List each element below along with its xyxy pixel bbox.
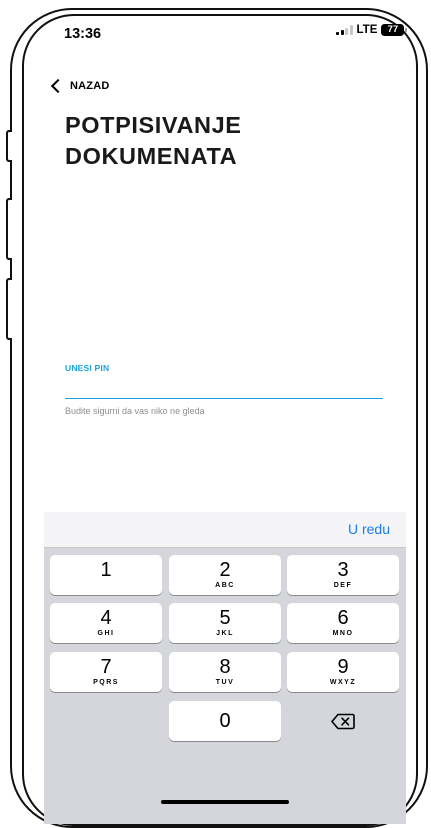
delete-key[interactable]	[287, 701, 399, 741]
status-time: 13:36	[64, 26, 102, 42]
key-4[interactable]: 4 GHI	[50, 603, 162, 643]
volume-up-button	[6, 198, 12, 260]
chevron-left-icon	[50, 78, 66, 94]
signal-icon	[336, 25, 353, 35]
key-9[interactable]: 9 WXYZ	[287, 652, 399, 692]
pin-label: UNESI PIN	[65, 363, 110, 373]
key-0[interactable]: 0	[169, 701, 281, 741]
key-6[interactable]: 6 MNO	[287, 603, 399, 643]
volume-down-button	[6, 278, 12, 340]
mute-switch	[6, 130, 12, 162]
back-label: NAZAD	[70, 80, 110, 92]
done-button[interactable]: U redu	[348, 521, 390, 537]
status-indicators: LTE 77	[336, 24, 408, 36]
pin-hint: Budite sigurni da vas niko ne gleda	[65, 406, 205, 416]
backspace-icon	[331, 713, 355, 729]
home-indicator[interactable]	[161, 800, 289, 804]
back-button[interactable]: NAZAD	[50, 78, 110, 94]
network-type: LTE	[356, 24, 378, 36]
key-8[interactable]: 8 TUV	[169, 652, 281, 692]
key-5[interactable]: 5 JKL	[169, 603, 281, 643]
key-7[interactable]: 7 PQRS	[50, 652, 162, 692]
numeric-keyboard: U redu 1 2 ABC 3 DEF 4 GHI 5 JKL 6 MNO 7…	[44, 512, 406, 824]
key-3[interactable]: 3 DEF	[287, 555, 399, 595]
key-2[interactable]: 2 ABC	[169, 555, 281, 595]
pin-input[interactable]	[65, 378, 383, 399]
battery-icon: 77	[381, 24, 408, 36]
page-title: POTPISIVANJE DOKUMENATA	[65, 112, 242, 169]
battery-level: 77	[387, 24, 399, 36]
keyboard-toolbar: U redu	[44, 512, 406, 548]
key-1[interactable]: 1	[50, 555, 162, 595]
